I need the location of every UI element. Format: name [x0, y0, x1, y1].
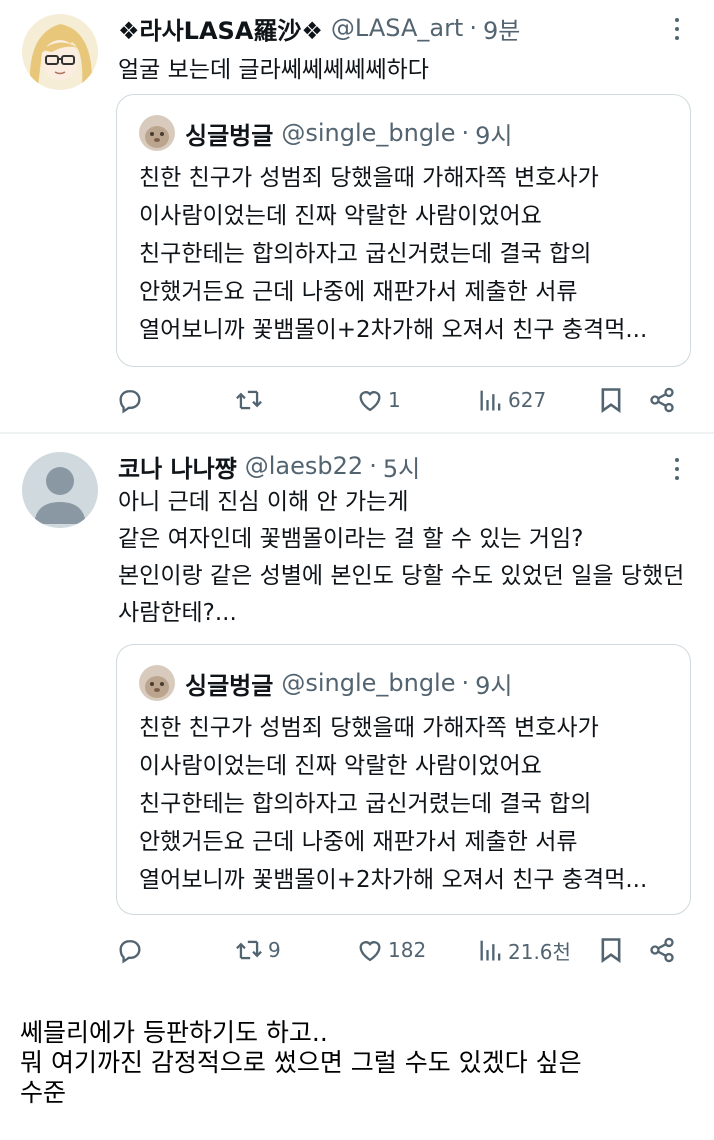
quote-text-line: 친구한테는 합의하자고 굽신거렸는데 결국 합의 — [139, 241, 592, 267]
tweet-header: 코나 나나쨩 @laesb22 · 5시 — [118, 448, 420, 484]
separator: · — [461, 119, 470, 147]
separator: · — [461, 669, 470, 697]
tweet-text-line: 본인이랑 같은 성별에 본인도 당할 수도 있었던 일을 당했던 — [118, 563, 685, 589]
action-bar: 1 627 — [116, 382, 690, 418]
tweet-text-line: 사람한테?... — [118, 600, 237, 626]
quote-display-name: 싱글벙글 — [185, 121, 274, 150]
more-icon[interactable] — [668, 454, 686, 484]
heart-icon — [359, 941, 381, 962]
caption-line: 뭐 여기까진 감정적으로 썼으면 그럴 수도 있겠다 싶은 — [20, 1048, 582, 1077]
reply-icon — [119, 390, 141, 414]
retweet-button[interactable]: 9 — [234, 932, 281, 968]
quote-text-line: 안했거든요 근데 나중에 재판가서 제출한 서류 — [139, 279, 578, 305]
handle[interactable]: @LASA_art — [331, 14, 463, 42]
quote-text-line: 이사람이었는데 진짜 악랄한 사람이었어요 — [139, 753, 542, 779]
caption-line: 수준 — [20, 1078, 67, 1107]
bookmark-icon — [601, 938, 621, 963]
quote-text-line: 열어보니까 꽃뱀몰이+2차가해 오져서 친구 충격먹... — [139, 867, 648, 893]
retweet-icon — [236, 390, 262, 410]
share-icon — [650, 387, 674, 413]
timestamp[interactable]: 9분 — [483, 11, 520, 46]
bookmark-button[interactable] — [598, 382, 624, 418]
action-bar: 9 182 21.6천 — [116, 932, 690, 968]
tweet[interactable]: ❖라사LASA羅沙❖ @LASA_art · 9분 얼굴 보는데 글라쎄쎄쎄쎄쎄… — [0, 0, 714, 432]
like-button[interactable]: 182 — [356, 932, 426, 968]
quote-handle: @single_bngle — [281, 669, 456, 697]
quote-avatar — [139, 665, 175, 701]
views-button[interactable]: 627 — [478, 382, 546, 418]
tweet[interactable]: 코나 나나쨩 @laesb22 · 5시 아니 근데 진심 이해 안 가는게 같… — [0, 436, 714, 986]
retweet-count: 9 — [268, 938, 281, 962]
tweet-text-line: 같은 여자인데 꽃뱀몰이라는 걸 할 수 있는 거임? — [118, 526, 584, 552]
timestamp[interactable]: 5시 — [383, 449, 420, 484]
quote-text-line: 안했거든요 근데 나중에 재판가서 제출한 서류 — [139, 829, 578, 855]
tweet-text: 얼굴 보는데 글라쎄쎄쎄쎄쎄하다 — [118, 52, 429, 89]
views-button[interactable]: 21.6천 — [478, 932, 571, 968]
tweet-text-line: 얼굴 보는데 글라쎄쎄쎄쎄쎄하다 — [118, 57, 429, 83]
views-count: 21.6천 — [508, 939, 571, 964]
like-button[interactable]: 1 — [356, 382, 401, 418]
share-icon — [650, 937, 674, 963]
like-count: 182 — [388, 938, 427, 962]
quote-text-line: 친구한테는 합의하자고 굽신거렸는데 결국 합의 — [139, 791, 592, 817]
quote-text: 친한 친구가 성범죄 당했을때 가해자쪽 변호사가 이사람이었는데 진짜 악랄한… — [139, 159, 647, 349]
share-button[interactable] — [648, 382, 676, 418]
bookmark-icon — [601, 388, 621, 413]
tweet-header: ❖라사LASA羅沙❖ @LASA_art · 9분 — [118, 10, 520, 46]
separator: · — [369, 452, 377, 480]
tweet-divider — [0, 432, 714, 434]
retweet-button[interactable] — [234, 382, 268, 418]
caption: 쎄믈리에가 등판하기도 하고.. 뭐 여기까진 감정적으로 썼으면 그럴 수도 … — [20, 1018, 700, 1108]
views-count: 627 — [508, 388, 547, 412]
quote-text-line: 이사람이었는데 진짜 악랄한 사람이었어요 — [139, 203, 542, 229]
quote-tweet[interactable]: 싱글벙글 @single_bngle · 9시 친한 친구가 성범죄 당했을때 … — [116, 644, 691, 915]
quote-text-line: 친한 친구가 성범죄 당했을때 가해자쪽 변호사가 — [139, 715, 599, 741]
bookmark-button[interactable] — [598, 932, 624, 968]
tweet-text-line: 아니 근데 진심 이해 안 가는게 — [118, 489, 409, 515]
avatar[interactable] — [22, 452, 98, 528]
quote-timestamp: 9시 — [475, 121, 513, 150]
reply-button[interactable] — [116, 382, 148, 418]
avatar[interactable] — [22, 14, 98, 90]
quote-text-line: 친한 친구가 성범죄 당했을때 가해자쪽 변호사가 — [139, 165, 599, 191]
more-icon[interactable] — [668, 14, 686, 44]
handle[interactable]: @laesb22 — [245, 452, 363, 480]
like-count: 1 — [388, 388, 401, 412]
quote-header: 싱글벙글 @single_bngle · 9시 — [139, 113, 513, 153]
display-name[interactable]: ❖라사LASA羅沙❖ — [118, 11, 323, 46]
display-name[interactable]: 코나 나나쨩 — [118, 449, 237, 484]
reply-icon — [119, 940, 141, 964]
caption-line: 쎄믈리에가 등판하기도 하고.. — [20, 1018, 328, 1047]
quote-header: 싱글벙글 @single_bngle · 9시 — [139, 663, 513, 703]
tweet-text: 아니 근데 진심 이해 안 가는게 같은 여자인데 꽃뱀몰이라는 걸 할 수 있… — [118, 484, 684, 632]
quote-display-name: 싱글벙글 — [185, 671, 274, 700]
views-icon — [480, 390, 501, 411]
share-button[interactable] — [648, 932, 676, 968]
quote-text-line: 열어보니까 꽃뱀몰이+2차가해 오져서 친구 충격먹... — [139, 317, 648, 343]
retweet-icon — [236, 940, 262, 960]
reply-button[interactable] — [116, 932, 148, 968]
views-icon — [480, 940, 501, 961]
separator: · — [469, 14, 477, 42]
heart-icon — [359, 391, 381, 412]
quote-timestamp: 9시 — [475, 671, 513, 700]
quote-avatar — [139, 115, 175, 151]
quote-tweet[interactable]: 싱글벙글 @single_bngle · 9시 친한 친구가 성범죄 당했을때 … — [116, 94, 691, 367]
quote-text: 친한 친구가 성범죄 당했을때 가해자쪽 변호사가 이사람이었는데 진짜 악랄한… — [139, 709, 647, 899]
quote-handle: @single_bngle — [281, 119, 456, 147]
